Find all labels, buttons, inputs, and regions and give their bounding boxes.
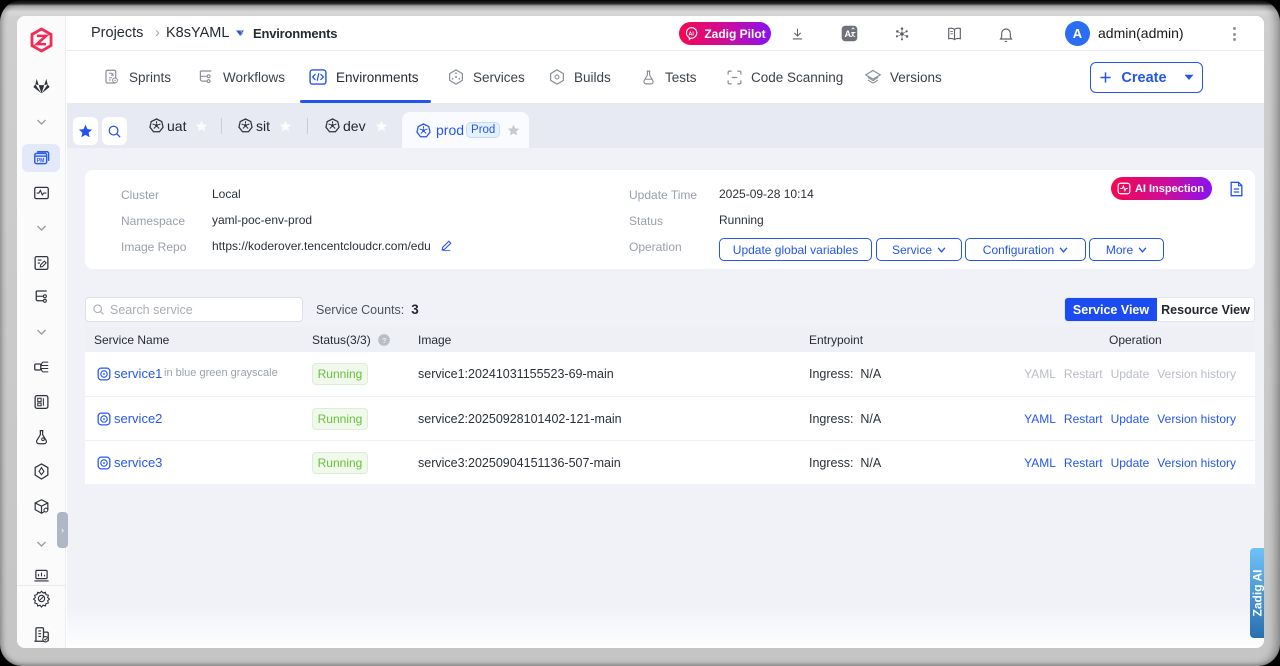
svg-text:AI: AI xyxy=(689,32,695,38)
svg-text:?: ? xyxy=(382,335,387,344)
svg-text:PM: PM xyxy=(37,158,45,164)
svg-text:A: A xyxy=(845,29,852,39)
